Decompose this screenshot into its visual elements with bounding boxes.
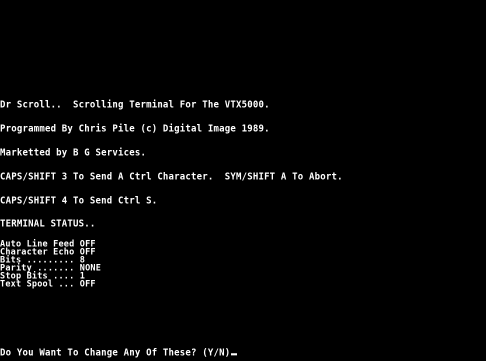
status-text-spool: Text Spool ... OFF	[0, 278, 96, 290]
title-line: Dr Scroll.. Scrolling Terminal For The V…	[0, 100, 270, 111]
terminal-status-heading: TERMINAL STATUS..	[0, 219, 96, 230]
prompt-text: Do You Want To Change Any Of These? (Y/N…	[0, 348, 231, 359]
ctrl-char-instruction: CAPS/SHIFT 3 To Send A Ctrl Character. S…	[0, 172, 343, 183]
change-settings-prompt[interactable]: Do You Want To Change Any Of These? (Y/N…	[0, 348, 238, 359]
credits-line: Programmed By Chris Pile (c) Digital Ima…	[0, 124, 270, 135]
ctrl-s-instruction: CAPS/SHIFT 4 To Send Ctrl S.	[0, 196, 158, 207]
terminal-screen: Dr Scroll.. Scrolling Terminal For The V…	[0, 0, 486, 361]
marketing-line: Marketted by B G Services.	[0, 148, 147, 159]
text-cursor	[231, 353, 238, 356]
